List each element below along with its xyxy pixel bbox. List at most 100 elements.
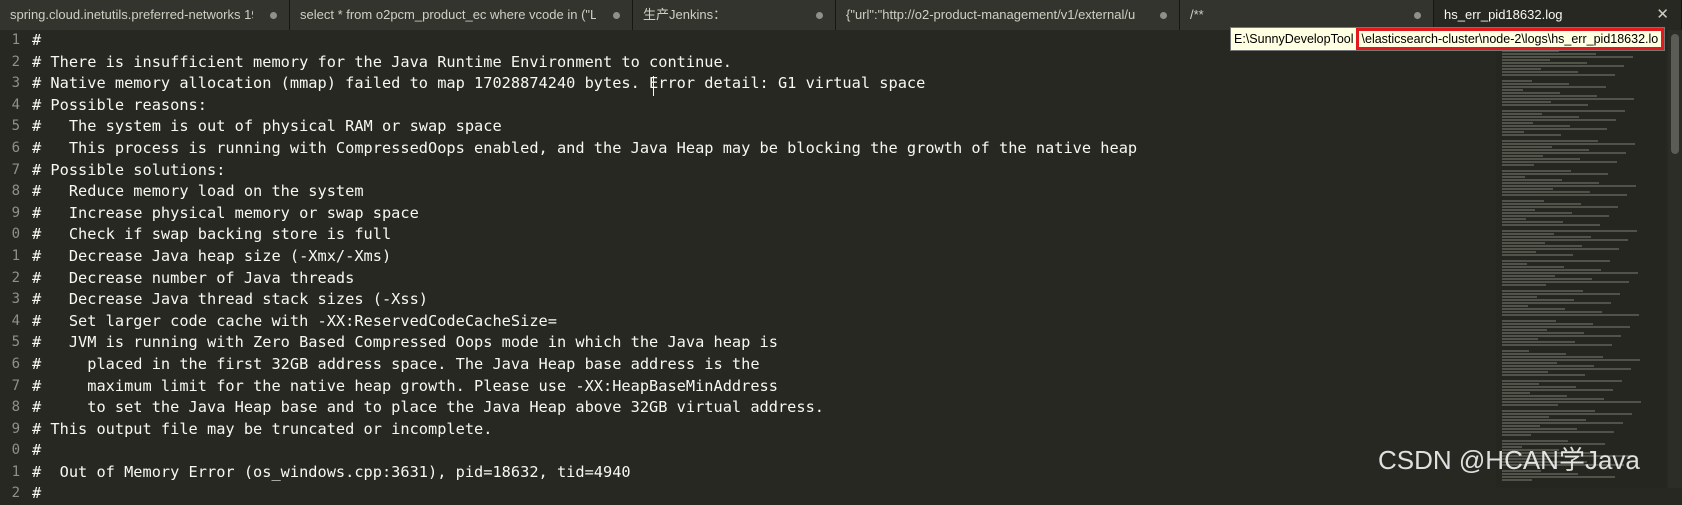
minimap-line [1502, 212, 1572, 214]
minimap-line [1502, 431, 1614, 433]
code-line[interactable]: # to set the Java Heap base and to place… [32, 397, 1482, 419]
minimap-line [1502, 356, 1603, 358]
scrollbar-thumb[interactable] [1671, 34, 1679, 154]
code-line[interactable]: # Decrease Java thread stack sizes (-Xss… [32, 289, 1482, 311]
watermark: CSDN @HCAN学Java [1378, 445, 1640, 475]
minimap-line [1502, 410, 1595, 412]
minimap-line [1502, 140, 1598, 142]
code-line[interactable]: # [32, 483, 1482, 505]
minimap-line [1502, 113, 1542, 115]
minimap-line [1502, 269, 1601, 271]
tab-url-json[interactable]: {"url":"http://o2-product-management/v1/… [836, 0, 1180, 30]
line-number: 1 [11, 463, 20, 480]
line-number: 7 [11, 377, 20, 394]
tab-select-query[interactable]: select * from o2pcm_product_ec where vco… [290, 0, 633, 30]
unsaved-dot-icon[interactable] [1160, 12, 1167, 19]
code-line[interactable]: # placed in the first 32GB address space… [32, 354, 1482, 376]
code-line[interactable]: # The system is out of physical RAM or s… [32, 116, 1482, 138]
code-line[interactable]: # Check if swap backing store is full [32, 224, 1482, 246]
minimap-line [1502, 71, 1578, 73]
vertical-scrollbar[interactable] [1668, 30, 1682, 488]
minimap-line [1502, 155, 1543, 157]
minimap-line [1502, 281, 1629, 283]
minimap-line [1502, 95, 1597, 97]
minimap-line [1502, 386, 1576, 388]
minimap-line [1502, 65, 1624, 67]
minimap-line [1502, 275, 1555, 277]
minimap-line [1502, 401, 1641, 403]
minimap-line [1502, 119, 1616, 121]
tab-comment[interactable]: /** [1180, 0, 1434, 30]
minimap-line [1502, 326, 1630, 328]
code-line[interactable]: # Out of Memory Error (os_windows.cpp:36… [32, 462, 1482, 484]
tab-jenkins[interactable]: 生产Jenkins： [633, 0, 836, 30]
minimap-line [1502, 92, 1560, 94]
code-line[interactable]: # Possible reasons: [32, 95, 1482, 117]
code-line[interactable]: # There is insufficient memory for the J… [32, 52, 1482, 74]
unsaved-dot-icon[interactable] [816, 12, 823, 19]
minimap-line [1502, 68, 1541, 70]
minimap-line [1502, 209, 1535, 211]
code-line[interactable]: # Reduce memory load on the system [32, 181, 1482, 203]
tab-spring-cloud[interactable]: spring.cloud.inetutils.preferred-network… [0, 0, 290, 30]
minimap-line [1502, 200, 1544, 202]
minimap-line [1502, 242, 1545, 244]
editor-area[interactable]: 1 2 3 4 5 6 7 8 9 0 1 2 3 4 5 6 7 8 9 0 1 2 # # There is insuf… [0, 30, 1682, 502]
minimap-line [1502, 179, 1562, 181]
code-line[interactable]: # [32, 440, 1482, 462]
minimap-line [1502, 164, 1534, 166]
minimap-line [1502, 128, 1607, 130]
minimap-line [1502, 389, 1613, 391]
line-number: 0 [11, 226, 20, 243]
minimap-line [1502, 125, 1570, 127]
minimap-line [1502, 293, 1620, 295]
line-number-gutter: 1 2 3 4 5 6 7 8 9 0 1 2 3 4 5 6 7 8 9 0 1 2 [0, 30, 22, 501]
minimap[interactable] [1496, 30, 1666, 488]
minimap-line [1502, 206, 1618, 208]
minimap-line [1502, 299, 1574, 301]
code-line[interactable]: # Possible solutions: [32, 160, 1482, 182]
minimap-line [1502, 314, 1639, 316]
tab-label: 生产Jenkins： [643, 7, 727, 22]
minimap-line [1502, 110, 1625, 112]
code-line[interactable]: # Decrease number of Java threads [32, 268, 1482, 290]
minimap-line [1502, 245, 1582, 247]
close-icon[interactable]: ✕ [1656, 0, 1669, 30]
minimap-line [1502, 176, 1525, 178]
minimap-line [1502, 305, 1528, 307]
unsaved-dot-icon[interactable] [613, 12, 620, 19]
line-number: 0 [11, 442, 20, 459]
line-number: 7 [11, 161, 20, 178]
minimap-line [1502, 272, 1638, 274]
code-line[interactable]: # This process is running with Compresse… [32, 138, 1482, 160]
minimap-line [1502, 248, 1619, 250]
line-number: 9 [11, 204, 20, 221]
minimap-line [1502, 191, 1590, 193]
code-line[interactable]: # Increase physical memory or swap space [32, 203, 1482, 225]
line-number: 2 [11, 485, 20, 502]
code-line[interactable]: # Decrease Java heap size (-Xmx/-Xms) [32, 246, 1482, 268]
code-line[interactable]: # Native memory allocation (mmap) failed… [32, 73, 1482, 95]
minimap-line [1502, 419, 1586, 421]
code-line[interactable]: # Set larger code cache with -XX:Reserve… [32, 311, 1482, 333]
minimap-line [1502, 182, 1599, 184]
code-line[interactable]: # This output file may be truncated or i… [32, 419, 1482, 441]
minimap-line [1502, 131, 1524, 133]
minimap-line [1502, 383, 1539, 385]
code-line[interactable]: # maximum limit for the native heap grow… [32, 376, 1482, 398]
minimap-line [1502, 341, 1575, 343]
unsaved-dot-icon[interactable] [1414, 12, 1421, 19]
tooltip-path-prefix: E:\SunnyDevelopTool [1234, 32, 1354, 46]
code-text[interactable]: # # There is insufficient memory for the … [32, 30, 1482, 505]
minimap-line [1502, 359, 1640, 361]
code-line[interactable]: # JVM is running with Zero Based Compres… [32, 332, 1482, 354]
minimap-line [1502, 188, 1553, 190]
unsaved-dot-icon[interactable] [270, 12, 277, 19]
minimap-line [1502, 374, 1585, 376]
tab-hs-err-log[interactable]: hs_err_pid18632.log ✕ [1434, 0, 1682, 30]
line-number: 2 [11, 269, 20, 286]
tab-label: {"url":"http://o2-product-management/v1/… [846, 7, 1136, 22]
minimap-line [1502, 146, 1552, 148]
minimap-line [1502, 158, 1580, 160]
minimap-line [1502, 413, 1632, 415]
